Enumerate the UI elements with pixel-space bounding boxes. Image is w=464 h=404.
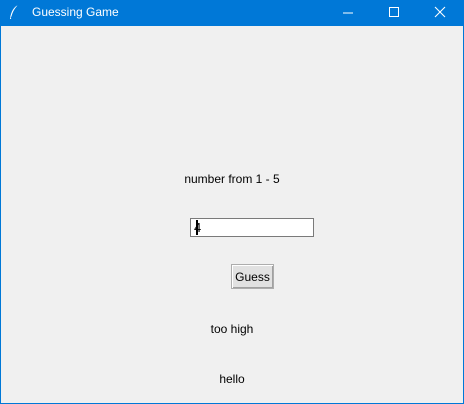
prompt-label: number from 1 - 5 bbox=[184, 172, 280, 186]
close-button[interactable] bbox=[417, 0, 463, 26]
window-title: Guessing Game bbox=[32, 5, 119, 19]
guess-button[interactable]: Guess bbox=[231, 264, 274, 289]
minimize-button[interactable] bbox=[325, 0, 371, 26]
close-icon bbox=[434, 6, 446, 18]
text-caret bbox=[196, 220, 198, 235]
result-label: too high bbox=[210, 322, 254, 336]
guess-input[interactable] bbox=[190, 218, 314, 237]
maximize-button[interactable] bbox=[371, 0, 417, 26]
title-bar[interactable]: Guessing Game bbox=[1, 0, 463, 26]
minimize-icon bbox=[343, 12, 353, 14]
tk-feather-icon bbox=[8, 4, 20, 21]
message-label: hello bbox=[219, 372, 245, 386]
app-window: Guessing Game number from 1 - 5 Guess to… bbox=[0, 0, 464, 404]
window-content: number from 1 - 5 Guess too high hello bbox=[1, 26, 463, 403]
maximize-icon bbox=[389, 7, 399, 17]
